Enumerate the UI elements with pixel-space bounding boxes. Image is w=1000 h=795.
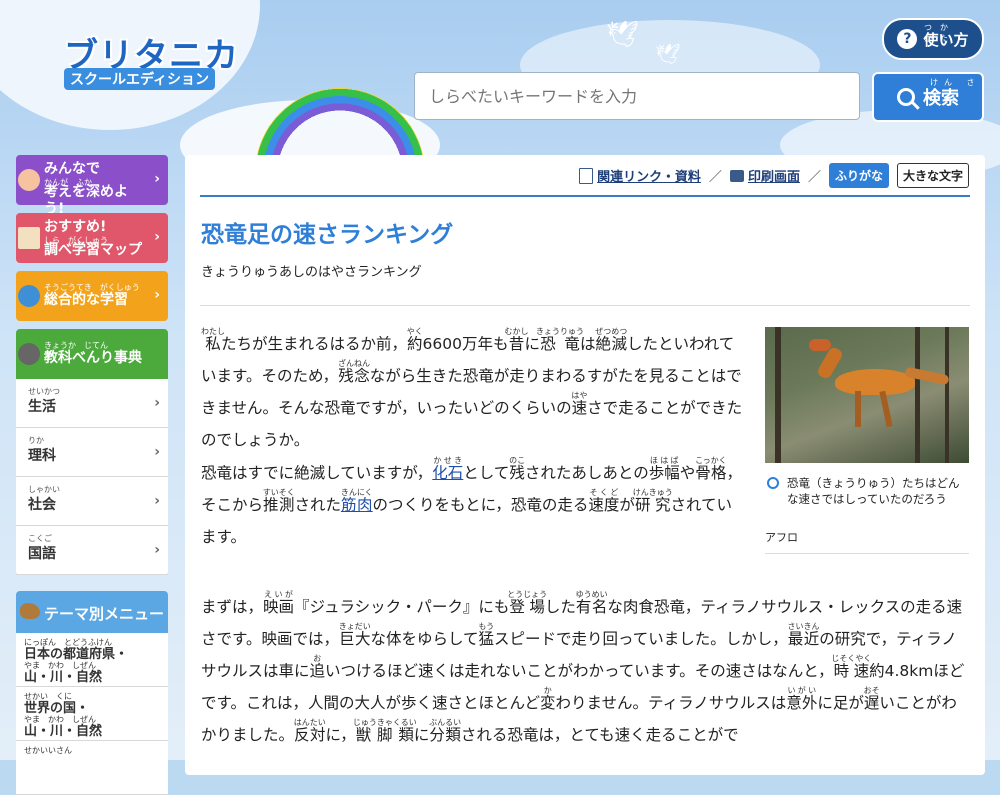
chevron-right-icon: ›: [154, 229, 160, 245]
theme-line2: 山・川・自然: [24, 724, 103, 739]
card-line2: 調べ学習マップ: [44, 242, 142, 258]
muscle-link[interactable]: 筋肉きんにく: [341, 488, 373, 514]
dinosaur-icon: [20, 603, 40, 619]
theme-ruby: やま かわ しぜん: [24, 715, 96, 724]
printer-icon: [729, 169, 744, 182]
search-icon: [897, 88, 915, 106]
tree-trunk: [915, 327, 920, 463]
print-label: 印刷画面: [747, 170, 800, 185]
microscope-icon: [18, 343, 40, 365]
sidebar-item-japanese[interactable]: こくご 国語 ›: [16, 526, 168, 575]
help-ruby: つか かた: [924, 23, 956, 43]
book-icon: [18, 227, 40, 249]
card-line1: みんなで: [44, 161, 100, 177]
dinosaur-leg: [855, 391, 861, 427]
sidebar-card-integrated-study[interactable]: そうごうてき がくしゅう 総合的な学習 ›: [16, 271, 168, 321]
sidebar-card-subject-dictionary[interactable]: きょうか じてん 教科べんり事典: [16, 329, 168, 379]
dinosaur-body: [835, 369, 915, 395]
paragraph: まずは，映画えいが『ジュラシック・パーク』にも登場とうじょうした有名ゆうめいな肉…: [201, 590, 965, 744]
card-line2: 教科べんり事典: [44, 350, 142, 366]
search-button[interactable]: けん さく 検索: [872, 72, 984, 122]
sidebar-item-science[interactable]: りか 理科 ›: [16, 428, 168, 477]
chevron-right-icon: ›: [154, 287, 160, 303]
chevron-right-icon: ›: [154, 493, 160, 509]
separator: ／: [708, 170, 722, 185]
card-ruby: そうごうてき がくしゅう: [44, 283, 140, 292]
separator: ／: [807, 170, 821, 185]
theme-ruby: せかいいさん: [24, 746, 72, 755]
theme-item-japan-prefectures[interactable]: にっぽん とどうふけん 日本の都道府県・ やま かわ しぜん 山・川・自然: [16, 633, 168, 687]
subject-label: 理科: [28, 448, 56, 464]
print-link[interactable]: 印刷画面: [729, 166, 800, 185]
theme-ruby: にっぽん とどうふけん: [24, 638, 112, 647]
header-divider: [200, 195, 970, 197]
theme-ruby: やま かわ しぜん: [24, 661, 96, 670]
card-line2: 総合的な学習: [44, 292, 128, 308]
tree-trunk: [945, 327, 949, 463]
paragraph: 私わたしたちが生まれるはるか前，約やく6600万年も昔むかしに恐竜きょうりゅうは…: [201, 327, 743, 449]
sidebar-item-social[interactable]: しゃかい 社会 ›: [16, 477, 168, 526]
birds-icon: 🕊🕊: [606, 20, 681, 66]
logo-subtitle: スクールエディション: [64, 68, 216, 90]
fossil-link[interactable]: 化石かせき: [432, 456, 463, 482]
theme-line1: 日本の都道府県・: [24, 647, 129, 662]
dinosaur-head: [809, 339, 831, 351]
sidebar-card-research-map[interactable]: おすすめ! しら がくしゅう 調べ学習マップ ›: [16, 213, 168, 263]
theme-menu-title: テーマ別メニュー: [44, 605, 165, 623]
dinosaur-photo[interactable]: [765, 327, 969, 463]
figure-caption-text: 恐竜（きょうりゅう）たちはどんな速さではしっていたのだろう: [787, 476, 960, 506]
paragraph: 恐竜はすでに絶滅していますが，化石かせきとして残のこされたあしあとの歩幅ほはばや…: [201, 456, 742, 546]
subject-label: 社会: [28, 497, 56, 513]
sidebar-item-life[interactable]: せいかつ 生活 ›: [16, 379, 168, 428]
theme-item-world-countries[interactable]: せかい くに 世界の国・ やま かわ しぜん 山・川・自然: [16, 687, 168, 741]
subject-label: 国語: [28, 546, 56, 562]
sidebar-card-discuss[interactable]: みんなで かんが ふか 考えを深めよう! ›: [16, 155, 168, 217]
globe-icon: [18, 285, 40, 307]
sidebar: みんなで かんが ふか 考えを深めよう! › おすすめ! しら がくしゅう 調べ…: [16, 155, 168, 795]
article-intro: 私わたしたちが生まれるはるか前，約やく6600万年も昔むかしに恐竜きょうりゅうは…: [201, 327, 746, 553]
article-body: まずは，映画えいが『ジュラシック・パーク』にも登場とうじょうした有名ゆうめいな肉…: [201, 590, 969, 751]
theme-line1: 世界の国・: [24, 701, 90, 716]
page-title-reading: きょうりゅうあしのはやさランキング: [201, 265, 422, 280]
subject-list: せいかつ 生活 › りか 理科 › しゃかい 社会 › こくご 国語 ›: [16, 379, 168, 575]
theme-item-world-heritage[interactable]: せかいいさん: [16, 741, 168, 795]
subject-label: 生活: [28, 399, 56, 415]
tree-trunk: [775, 327, 781, 463]
article-panel: 関連リンク・資料 ／ 印刷画面 ／ ふりがな 大きな文字 恐竜足の速さランキング…: [185, 155, 985, 775]
article-figure[interactable]: 恐竜（きょうりゅう）たちはどんな速さではしっていたのだろう アフロ: [765, 327, 969, 554]
card-ruby: きょうか じてん: [44, 341, 108, 350]
subject-ruby: しゃかい: [28, 485, 60, 494]
subject-ruby: せいかつ: [28, 387, 60, 396]
search-input[interactable]: [414, 72, 860, 120]
help-button[interactable]: つか かた ? 使い方: [882, 18, 984, 60]
subject-ruby: りか: [28, 436, 44, 445]
chevron-right-icon: ›: [154, 395, 160, 411]
related-links-label: 関連リンク・資料: [597, 170, 701, 185]
document-icon: [579, 167, 594, 184]
figure-divider: [765, 553, 969, 554]
chevron-right-icon: ›: [154, 171, 160, 187]
large-text-toggle[interactable]: 大きな文字: [896, 163, 969, 188]
theme-ruby: せかい くに: [24, 692, 72, 701]
search-ruby: けん さく: [930, 78, 981, 98]
card-line1: おすすめ!: [44, 219, 107, 235]
chevron-right-icon: ›: [154, 542, 160, 558]
dinosaur-leg: [879, 390, 893, 428]
people-icon: [18, 169, 40, 191]
zoom-icon[interactable]: [767, 477, 779, 489]
furigana-toggle[interactable]: ふりがな: [828, 163, 889, 188]
figure-caption: 恐竜（きょうりゅう）たちはどんな速さではしっていたのだろう: [765, 475, 969, 507]
related-links-link[interactable]: 関連リンク・資料: [579, 166, 701, 185]
figure-credit: アフロ: [765, 531, 798, 544]
subject-ruby: こくご: [28, 534, 52, 543]
page-title: 恐竜足の速さランキング: [201, 222, 454, 248]
question-icon: ?: [897, 29, 918, 49]
theme-menu-header: テーマ別メニュー: [16, 591, 168, 633]
theme-line2: 山・川・自然: [24, 670, 103, 685]
chevron-right-icon: ›: [154, 444, 160, 460]
article-toolbar: 関連リンク・資料 ／ 印刷画面 ／ ふりがな 大きな文字: [579, 163, 969, 188]
title-divider: [200, 305, 970, 306]
